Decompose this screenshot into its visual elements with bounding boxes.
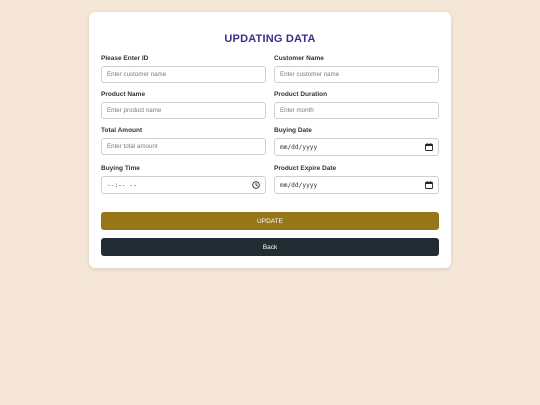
buying-time-value: --:-- -- xyxy=(107,181,137,189)
product-duration-label: Product Duration xyxy=(274,91,328,98)
customer-name-label: Customer Name xyxy=(274,55,324,62)
product-name-field-group: Product Name Enter product name xyxy=(101,91,266,119)
clock-icon[interactable] xyxy=(252,181,260,189)
product-duration-input[interactable]: Enter month xyxy=(274,102,439,119)
update-button[interactable]: UPDATE xyxy=(101,212,439,230)
total-amount-placeholder: Enter total amount xyxy=(107,143,158,150)
id-label: Please Enter ID xyxy=(101,55,149,62)
id-placeholder: Enter customer name xyxy=(107,71,167,78)
product-name-placeholder: Enter product name xyxy=(107,107,162,114)
product-duration-placeholder: Enter month xyxy=(280,107,314,114)
expire-date-input[interactable]: mm/dd/yyyy xyxy=(274,176,439,194)
buying-date-field-group: Buying Date mm/dd/yyyy xyxy=(274,127,439,156)
customer-name-input[interactable]: Enter customer name xyxy=(274,66,439,83)
form-title: UPDATING DATA xyxy=(224,33,316,45)
product-name-label: Product Name xyxy=(101,91,146,98)
id-field-group: Please Enter ID Enter customer name xyxy=(101,55,266,83)
expire-date-label: Product Expire Date xyxy=(274,165,337,172)
buying-time-input[interactable]: --:-- -- xyxy=(101,176,266,194)
back-button[interactable]: Back xyxy=(101,238,439,256)
total-amount-field-group: Total Amount Enter total amount xyxy=(101,127,266,155)
buying-date-label: Buying Date xyxy=(274,127,312,134)
calendar-icon[interactable] xyxy=(425,181,433,189)
customer-name-field-group: Customer Name Enter customer name xyxy=(274,55,439,83)
total-amount-input[interactable]: Enter total amount xyxy=(101,138,266,155)
customer-name-placeholder: Enter customer name xyxy=(280,71,340,78)
buying-date-input[interactable]: mm/dd/yyyy xyxy=(274,138,439,156)
buying-time-label: Buying Time xyxy=(101,165,140,172)
buying-date-value: mm/dd/yyyy xyxy=(280,143,318,151)
calendar-icon[interactable] xyxy=(425,143,433,151)
expire-date-field-group: Product Expire Date mm/dd/yyyy xyxy=(274,165,439,194)
expire-date-value: mm/dd/yyyy xyxy=(280,181,318,189)
buying-time-field-group: Buying Time --:-- -- xyxy=(101,165,266,194)
product-name-input[interactable]: Enter product name xyxy=(101,102,266,119)
update-form-card: UPDATING DATA Please Enter ID Enter cust… xyxy=(89,12,451,268)
id-input[interactable]: Enter customer name xyxy=(101,66,266,83)
total-amount-label: Total Amount xyxy=(101,127,143,134)
product-duration-field-group: Product Duration Enter month xyxy=(274,91,439,119)
